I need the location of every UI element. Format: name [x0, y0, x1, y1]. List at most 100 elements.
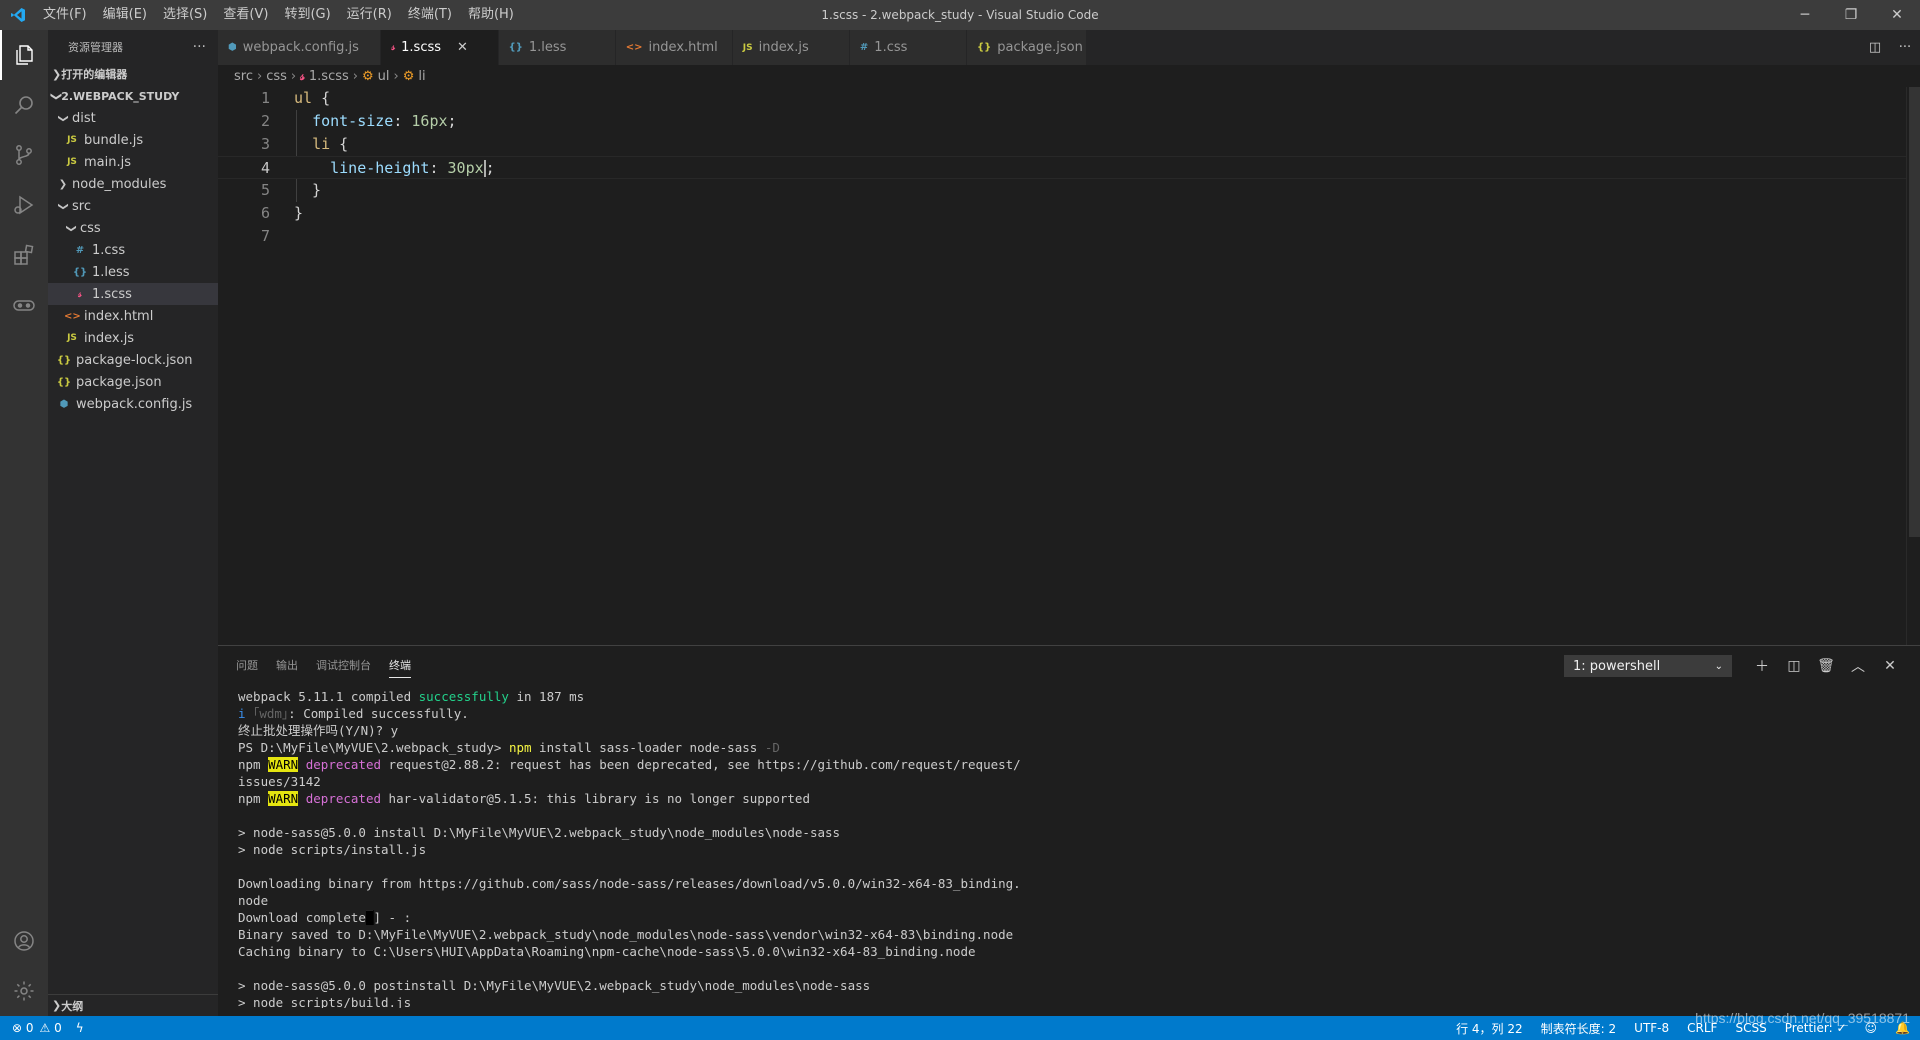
tab-terminal[interactable]: 终端: [389, 646, 411, 686]
breadcrumb-css[interactable]: css: [266, 69, 287, 84]
breadcrumb-li[interactable]: li: [418, 69, 425, 84]
tree-item-label: 1.less: [92, 264, 130, 280]
account-icon[interactable]: [0, 916, 48, 966]
open-editors-label: 打开的编辑器: [61, 68, 128, 81]
code-line[interactable]: 5 }: [218, 179, 1908, 202]
trash-icon[interactable]: 🗑: [1810, 658, 1842, 674]
cursor-position[interactable]: 行 4，列 22: [1456, 1020, 1523, 1037]
line-number: 5: [260, 181, 270, 199]
scrollbar-thumb[interactable]: [1909, 87, 1920, 537]
code-line[interactable]: 7: [218, 225, 1908, 248]
tree-file[interactable]: JS main.js: [48, 151, 218, 173]
tab-size[interactable]: 制表符长度: 2: [1541, 1020, 1617, 1037]
tree-folder[interactable]: ❯ css: [48, 217, 218, 239]
tab-index-html[interactable]: <> index.html: [615, 30, 733, 65]
code-line[interactable]: 6}: [218, 202, 1908, 225]
tab-1-scss[interactable]: 𝓈 1.scss ✕: [381, 30, 499, 65]
split-editor-icon[interactable]: ◫: [1860, 40, 1890, 55]
tab-package-json[interactable]: {} package.json: [967, 30, 1087, 65]
menu-help[interactable]: 帮助(H): [460, 0, 522, 30]
json-file-icon: {}: [56, 376, 72, 388]
tab-problems[interactable]: 问题: [236, 646, 258, 686]
tree-folder[interactable]: ❯ node_modules: [48, 173, 218, 195]
tree-file[interactable]: {} 1.less: [48, 261, 218, 283]
menu-terminal[interactable]: 终端(T): [400, 0, 460, 30]
code-line[interactable]: 1 ul {: [218, 87, 1908, 110]
tree-folder[interactable]: ❯ dist: [48, 107, 218, 129]
tab-index-js[interactable]: JS index.js: [732, 30, 850, 65]
restore-button[interactable]: ❐: [1828, 0, 1874, 30]
terminal-output[interactable]: webpack 5.11.1 compiled successfully in …: [238, 688, 1898, 1008]
more-actions-icon[interactable]: ···: [193, 39, 206, 55]
minimize-button[interactable]: ─: [1782, 0, 1828, 30]
panel-actions: 1: powershell ⌄ ＋ ◫ 🗑 ︿ ✕: [1564, 646, 1906, 686]
settings-icon[interactable]: [0, 966, 48, 1016]
project-section[interactable]: ❯ 2.WEBPACK_STUDY: [48, 85, 218, 107]
search-icon[interactable]: [0, 80, 48, 130]
split-icon[interactable]: ◫: [1778, 658, 1810, 674]
tree-file[interactable]: {} package.json: [48, 371, 218, 393]
tab-debug-console[interactable]: 调试控制台: [316, 646, 371, 686]
source-control-icon[interactable]: [0, 130, 48, 180]
chevron-down-icon: ⌄: [1714, 660, 1723, 672]
tree-file[interactable]: JS bundle.js: [48, 129, 218, 151]
tree-file[interactable]: #1.css: [48, 239, 218, 261]
remote-icon[interactable]: [0, 280, 48, 330]
breadcrumb-src[interactable]: src: [234, 69, 253, 84]
line-number: 7: [260, 227, 270, 245]
menu-selection[interactable]: 选择(S): [155, 0, 215, 30]
tab-output[interactable]: 输出: [276, 646, 298, 686]
panel-header: 问题 输出 调试控制台 终端 1: powershell ⌄ ＋ ◫ 🗑 ︿ ✕: [218, 646, 1920, 686]
close-window-button[interactable]: ✕: [1874, 0, 1920, 30]
close-icon[interactable]: ✕: [1874, 658, 1906, 674]
line-source: ul {: [294, 89, 331, 107]
breadcrumb-file[interactable]: 1.scss: [309, 69, 349, 84]
menu-file[interactable]: 文件(F): [35, 0, 95, 30]
breadcrumb-ul[interactable]: ul: [378, 69, 390, 84]
lightning-icon[interactable]: ϟ: [76, 1021, 84, 1035]
tree-file[interactable]: {} package-lock.json: [48, 349, 218, 371]
tree-file[interactable]: 𝓈 1.scss: [48, 283, 218, 305]
css-file-icon: #: [75, 244, 85, 256]
code-editor[interactable]: 1 ul {2 font-size: 16px; 3 li {4 line-heig…: [218, 87, 1920, 645]
menu-go[interactable]: 转到(G): [276, 0, 338, 30]
tree-item-label: webpack.config.js: [76, 396, 193, 412]
less-file-icon: {}: [508, 42, 523, 53]
more-actions-icon[interactable]: ···: [1890, 40, 1920, 55]
code-line[interactable]: 3 li {: [218, 133, 1908, 156]
watermark: https://blog.csdn.net/qq_39518871: [1695, 1010, 1910, 1026]
terminal-line: node: [238, 893, 269, 908]
chevron-right-icon: ›: [256, 68, 263, 84]
chevron-down-icon: ❯: [57, 201, 69, 211]
tab-webpack-config-js[interactable]: ⬢ webpack.config.js: [218, 30, 382, 65]
tree-folder[interactable]: ❯ src: [48, 195, 218, 217]
menu-run[interactable]: 运行(R): [339, 0, 400, 30]
terminal-select[interactable]: 1: powershell ⌄: [1564, 655, 1732, 677]
tab-1-css[interactable]: #1.css: [849, 30, 968, 65]
plus-icon[interactable]: ＋: [1746, 656, 1778, 676]
tree-file[interactable]: ⬢ webpack.config.js: [48, 393, 218, 415]
menu-edit[interactable]: 编辑(E): [95, 0, 155, 30]
warnings-count[interactable]: ⚠ 0: [40, 1021, 62, 1035]
open-editors-section[interactable]: ❯ 打开的编辑器: [48, 63, 218, 85]
errors-count[interactable]: ⊗ 0: [12, 1021, 34, 1035]
maximize-icon[interactable]: ︿: [1842, 656, 1874, 676]
run-debug-icon[interactable]: [0, 180, 48, 230]
tree-file[interactable]: <> index.html: [48, 305, 218, 327]
line-number: 6: [260, 204, 270, 222]
menu-view[interactable]: 查看(V): [215, 0, 276, 30]
files-icon[interactable]: [0, 30, 48, 80]
code-line[interactable]: 4 line-height: 30px;: [218, 156, 1908, 179]
code-line[interactable]: 2 font-size: 16px;: [218, 110, 1908, 133]
tree-file[interactable]: JS index.js: [48, 327, 218, 349]
editor-scrollbar[interactable]: [1906, 87, 1920, 645]
outline-section[interactable]: ❯ 大纲: [48, 994, 218, 1016]
tab-1-less[interactable]: {} 1.less: [498, 30, 616, 65]
close-tab-icon[interactable]: ✕: [457, 40, 468, 55]
encoding[interactable]: UTF-8: [1634, 1021, 1669, 1035]
file-tree: ❯ dist JS bundle.js JS main.js ❯ node_modules ❯ s…: [48, 107, 218, 415]
js-file-icon: JS: [67, 333, 77, 343]
terminal-line: webpack 5.11.1 compiled successfully in …: [238, 689, 585, 704]
extensions-icon[interactable]: [0, 230, 48, 280]
